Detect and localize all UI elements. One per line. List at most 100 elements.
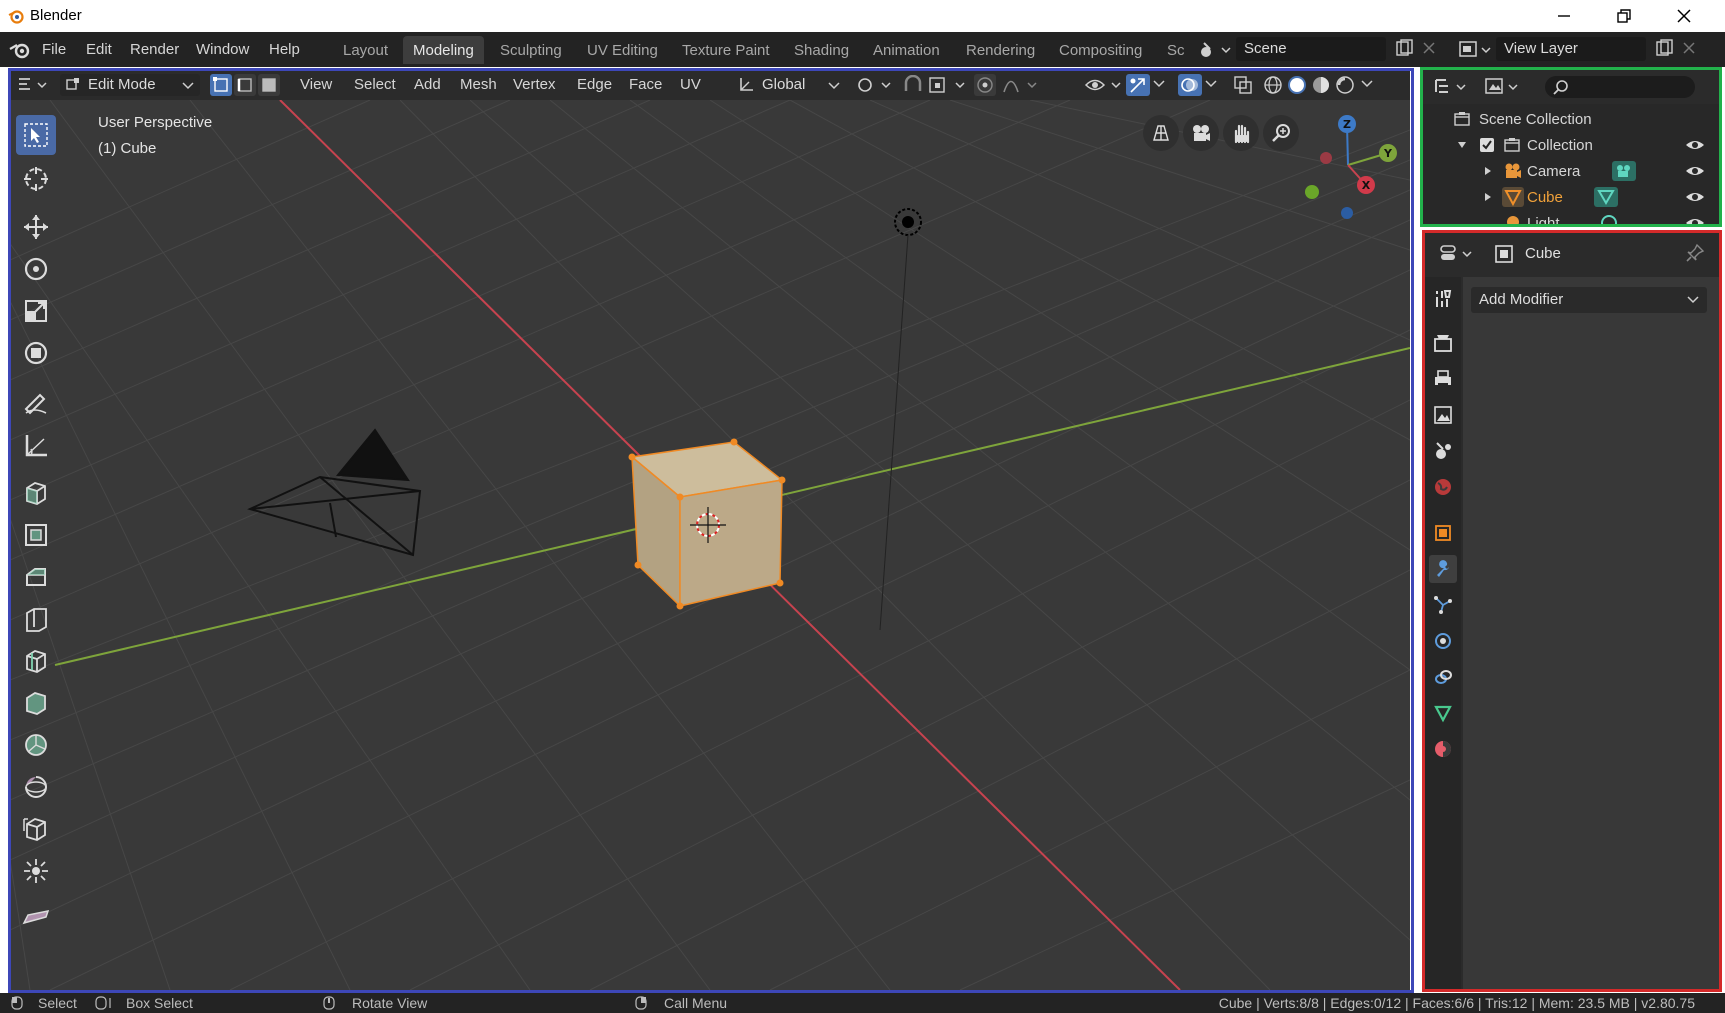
menu-render[interactable]: Render: [130, 41, 179, 58]
vertex-select-button[interactable]: [210, 74, 232, 96]
tool-poly-build[interactable]: [16, 725, 56, 765]
tool-shrink-fatten[interactable]: [16, 851, 56, 891]
viewport-menu-face[interactable]: Face: [629, 76, 662, 93]
overlays-toggle-button[interactable]: [1178, 74, 1202, 96]
light-object[interactable]: [879, 208, 922, 631]
tab-constraints[interactable]: [1429, 663, 1457, 691]
eye-icon[interactable]: [1685, 137, 1705, 153]
3d-viewport[interactable]: Z Y X User Perspective (1) Cube: [10, 100, 1410, 990]
pivot-point-icon[interactable]: [856, 75, 894, 95]
tab-tool[interactable]: [1429, 285, 1457, 313]
tab-scripting-truncated[interactable]: Sc: [1157, 36, 1195, 64]
close-button[interactable]: [1664, 4, 1704, 28]
remove-scene-icon[interactable]: [1422, 41, 1436, 55]
expand-triangle-icon[interactable]: [1457, 140, 1467, 150]
zoom-view-button[interactable]: [1263, 115, 1299, 151]
scene-selector-icon[interactable]: [1198, 39, 1232, 61]
tab-object[interactable]: [1429, 519, 1457, 547]
view-layer-selector-icon[interactable]: [1458, 39, 1494, 61]
view-layer-field[interactable]: View Layer: [1496, 37, 1646, 61]
eye-icon[interactable]: [1685, 189, 1705, 205]
pin-icon[interactable]: [1685, 243, 1705, 263]
tab-scene[interactable]: [1429, 437, 1457, 465]
xray-toggle-icon[interactable]: [1232, 74, 1254, 96]
tab-world[interactable]: [1429, 473, 1457, 501]
transform-orientation-dropdown[interactable]: Global: [732, 74, 844, 96]
remove-view-layer-icon[interactable]: [1682, 41, 1696, 55]
tool-rotate[interactable]: [16, 249, 56, 289]
eye-icon[interactable]: [1685, 215, 1705, 224]
blender-menu-icon[interactable]: [8, 40, 32, 60]
tab-sculpting[interactable]: Sculpting: [490, 36, 572, 64]
menu-edit[interactable]: Edit: [86, 41, 112, 58]
editor-type-icon[interactable]: [16, 75, 52, 95]
tab-data[interactable]: [1429, 699, 1457, 727]
tab-texture-paint[interactable]: Texture Paint: [672, 36, 780, 64]
outliner-row-scene-collection[interactable]: Scene Collection: [1423, 106, 1719, 132]
checkbox-checked-icon[interactable]: [1479, 137, 1495, 153]
outliner-row-cube[interactable]: Cube: [1423, 184, 1719, 210]
snap-icon[interactable]: [902, 75, 924, 95]
rendered-shading-icon[interactable]: [1334, 74, 1356, 96]
visibility-selectability-icon[interactable]: [1084, 75, 1124, 95]
viewport-menu-view[interactable]: View: [300, 76, 332, 93]
camera-view-button[interactable]: [1183, 115, 1219, 151]
tool-shear[interactable]: [16, 893, 56, 933]
properties-editor-type-icon[interactable]: [1439, 243, 1475, 265]
chevron-down-icon[interactable]: [1204, 78, 1218, 90]
tab-material[interactable]: [1429, 735, 1457, 763]
cube-object[interactable]: [628, 438, 786, 610]
collapse-triangle-icon[interactable]: [1483, 192, 1493, 202]
display-mode-icon[interactable]: [1433, 76, 1469, 98]
tool-knife[interactable]: [16, 683, 56, 723]
tab-uv-editing[interactable]: UV Editing: [577, 36, 668, 64]
new-view-layer-icon[interactable]: [1654, 39, 1674, 59]
tab-particles[interactable]: [1429, 591, 1457, 619]
solid-shading-icon[interactable]: [1286, 74, 1308, 96]
camera-object[interactable]: [247, 428, 422, 557]
tool-measure[interactable]: [16, 425, 56, 465]
tab-physics[interactable]: [1429, 627, 1457, 655]
tool-select-box[interactable]: [16, 115, 56, 155]
tool-scale[interactable]: [16, 291, 56, 331]
tool-extrude[interactable]: [16, 515, 56, 555]
viewport-menu-add[interactable]: Add: [414, 76, 441, 93]
tool-bevel[interactable]: [16, 599, 56, 639]
outliner-row-collection[interactable]: Collection: [1423, 132, 1719, 158]
tab-compositing[interactable]: Compositing: [1049, 36, 1152, 64]
collapse-triangle-icon[interactable]: [1483, 166, 1493, 176]
face-select-button[interactable]: [258, 74, 280, 96]
outliner-row-camera[interactable]: Camera: [1423, 158, 1719, 184]
tab-layout[interactable]: Layout: [333, 36, 398, 64]
tool-smooth[interactable]: [16, 809, 56, 849]
tool-inset[interactable]: [16, 557, 56, 597]
viewport-menu-edge[interactable]: Edge: [577, 76, 612, 93]
add-modifier-dropdown[interactable]: Add Modifier: [1471, 287, 1707, 313]
menu-file[interactable]: File: [42, 41, 66, 58]
falloff-icon[interactable]: [1002, 75, 1042, 95]
tool-annotate[interactable]: [16, 383, 56, 423]
filter-icon[interactable]: [1483, 76, 1523, 98]
tab-modeling[interactable]: Modeling: [403, 36, 484, 64]
navigation-gizmo[interactable]: Z Y X: [1305, 115, 1397, 219]
viewport-menu-uv[interactable]: UV: [680, 76, 701, 93]
gizmo-toggle-button[interactable]: [1126, 74, 1150, 96]
mode-dropdown[interactable]: Edit Mode: [60, 74, 200, 96]
tab-modifier[interactable]: [1429, 555, 1457, 583]
tool-transform[interactable]: [16, 333, 56, 373]
tool-loop-cut[interactable]: [16, 641, 56, 681]
restore-button[interactable]: [1604, 4, 1644, 28]
menu-window[interactable]: Window: [196, 41, 249, 58]
chevron-down-icon[interactable]: [1360, 78, 1374, 90]
minimize-button[interactable]: [1544, 4, 1584, 28]
tab-output[interactable]: [1429, 365, 1457, 393]
tab-animation[interactable]: Animation: [863, 36, 950, 64]
edge-select-button[interactable]: [234, 74, 256, 96]
eye-icon[interactable]: [1685, 163, 1705, 179]
outliner-row-light[interactable]: Light: [1423, 210, 1719, 224]
outliner-search-input[interactable]: [1545, 76, 1695, 98]
tab-view-layer[interactable]: [1429, 401, 1457, 429]
tool-cursor[interactable]: [16, 159, 56, 199]
material-preview-icon[interactable]: [1310, 74, 1332, 96]
proportional-edit-button[interactable]: [974, 74, 996, 96]
